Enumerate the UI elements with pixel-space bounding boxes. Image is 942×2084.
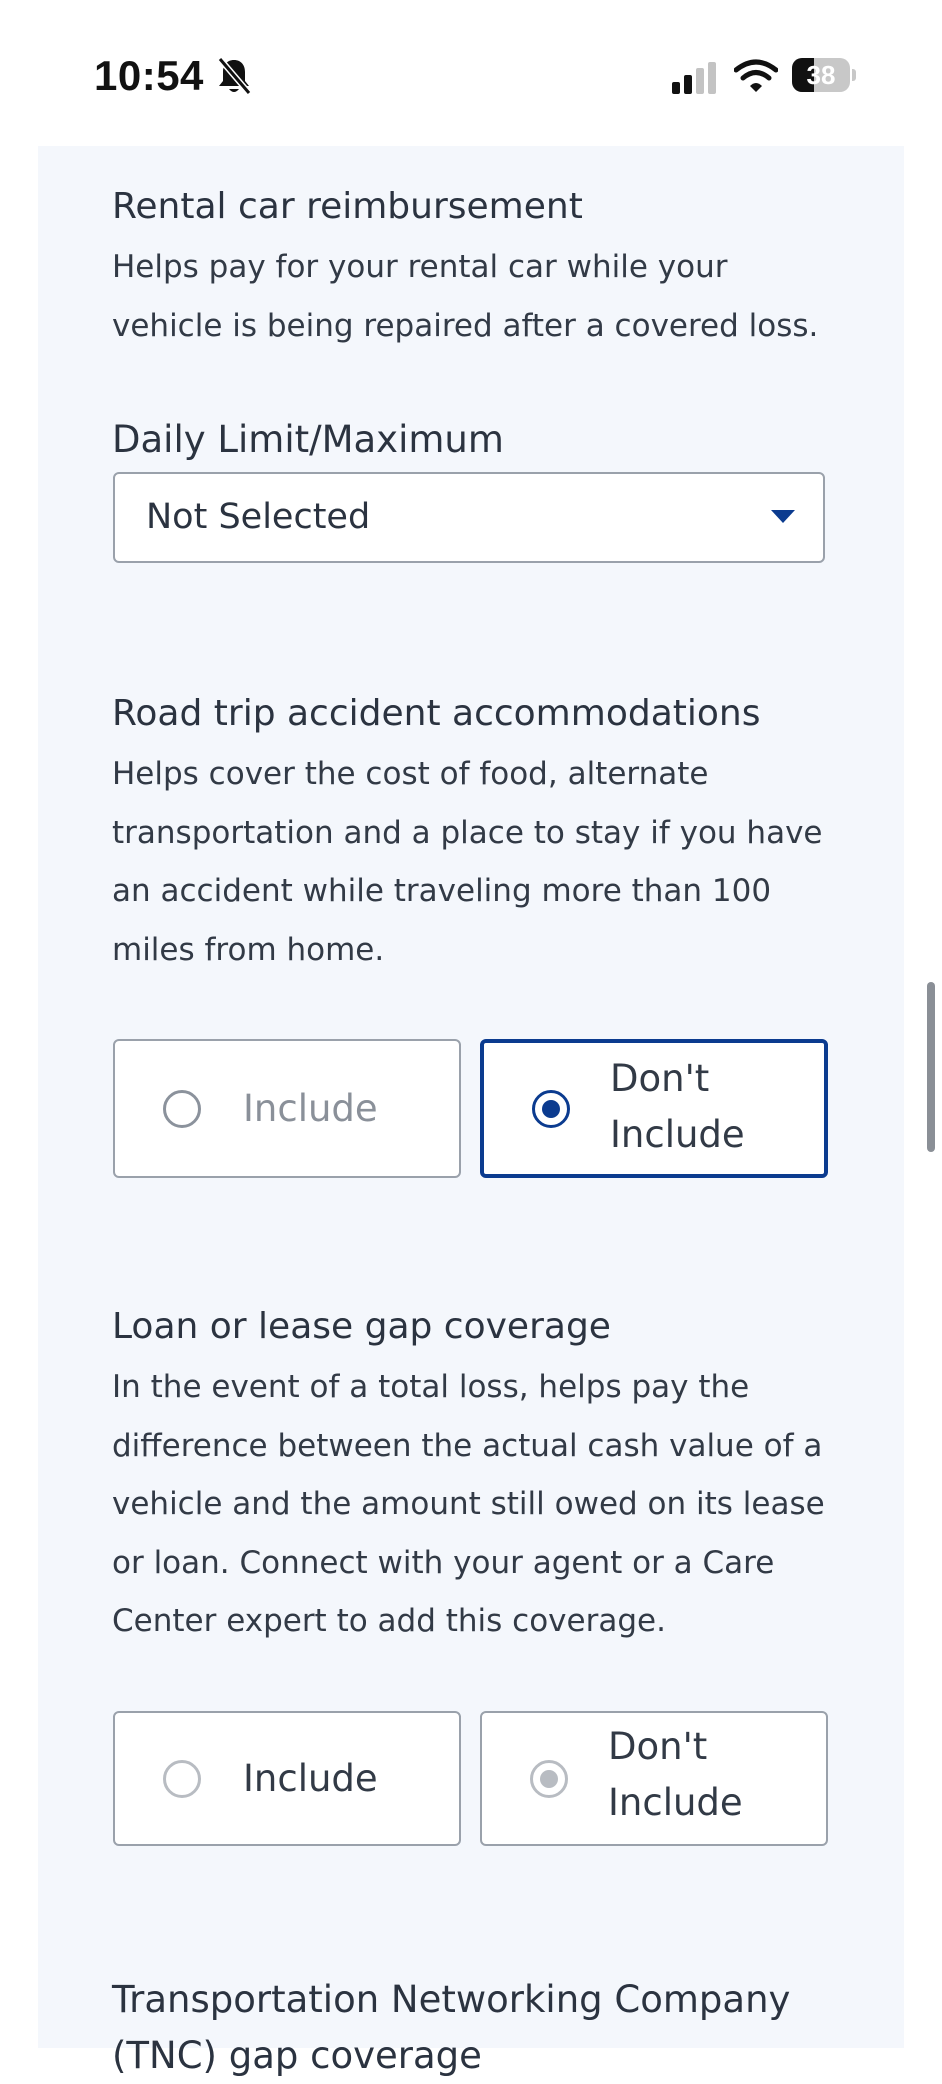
status-time: 10:54 [94, 52, 204, 99]
loan-gap-desc-line: In the event of a total loss, helps pay … [112, 1369, 750, 1405]
tnc-title: Transportation Networking Company (TNC) … [112, 1972, 790, 2084]
rental-car-description: Helps pay for your rental car while your… [112, 238, 832, 355]
option-label-line: Don't [608, 1725, 708, 1768]
loan-gap-include-label: Include [243, 1757, 378, 1800]
radio-selected-dot [542, 1100, 560, 1118]
loan-gap-desc-line: difference between the actual cash value… [112, 1427, 823, 1464]
battery-body: 38 [792, 58, 850, 92]
scrollbar-thumb[interactable] [927, 982, 935, 1152]
road-trip-desc-line: miles from home. [112, 931, 385, 968]
road-trip-include-option[interactable]: Include [113, 1039, 461, 1178]
rental-car-title: Rental car reimbursement [112, 186, 583, 227]
daily-limit-select[interactable]: Not Selected [113, 472, 825, 563]
chevron-down-icon [771, 510, 795, 523]
option-label-line: Include [608, 1781, 743, 1824]
road-trip-title: Road trip accident accommodations [112, 693, 761, 734]
road-trip-dont-include-radio[interactable] [532, 1090, 570, 1128]
loan-gap-desc-line: vehicle and the amount still owed on its… [112, 1486, 825, 1522]
bell-slash-icon [217, 57, 252, 95]
loan-gap-title: Loan or lease gap coverage [112, 1306, 611, 1347]
road-trip-dont-include-label: Don't Include [610, 1051, 745, 1163]
loan-gap-dont-include-radio[interactable] [530, 1760, 568, 1798]
wifi-icon [734, 59, 778, 92]
road-trip-dont-include-option[interactable]: Don't Include [480, 1039, 828, 1178]
tnc-title-line: Transportation Networking Company [112, 1978, 791, 2021]
tnc-title-line: (TNC) gap coverage [112, 2034, 482, 2077]
loan-gap-include-radio[interactable] [163, 1760, 201, 1798]
rental-car-desc-line: vehicle is being repaired after a covere… [112, 307, 819, 344]
road-trip-description: Helps cover the cost of food, alternate … [112, 745, 832, 979]
loan-gap-include-option[interactable]: Include [113, 1711, 461, 1846]
road-trip-include-radio[interactable] [163, 1090, 201, 1128]
road-trip-include-label: Include [243, 1087, 378, 1130]
loan-gap-dont-include-label: Don't Include [608, 1719, 743, 1831]
road-trip-desc-line: transportation and a place to stay if yo… [112, 814, 823, 851]
cellular-signal-icon [672, 62, 716, 94]
road-trip-desc-line: Helps cover the cost of food, alternate [112, 756, 709, 792]
road-trip-desc-line: an accident while traveling more than 10… [112, 873, 772, 909]
loan-gap-description: In the event of a total loss, helps pay … [112, 1358, 832, 1651]
daily-limit-value: Not Selected [146, 497, 371, 537]
battery-percent: 38 [806, 60, 836, 90]
loan-gap-desc-line: or loan. Connect with your agent or a Ca… [112, 1544, 775, 1581]
option-label-line: Include [610, 1113, 745, 1156]
loan-gap-dont-include-option[interactable]: Don't Include [480, 1711, 828, 1846]
rental-car-desc-line: Helps pay for your rental car while your [112, 249, 728, 285]
battery-icon: 38 [792, 58, 856, 92]
loan-gap-desc-line: Center expert to add this coverage. [112, 1603, 666, 1639]
status-bar: 10:54 38 [0, 0, 942, 140]
option-label-line: Don't [610, 1057, 710, 1100]
daily-limit-label: Daily Limit/Maximum [112, 418, 504, 461]
battery-cap [852, 69, 856, 81]
radio-selected-dot [540, 1770, 558, 1788]
